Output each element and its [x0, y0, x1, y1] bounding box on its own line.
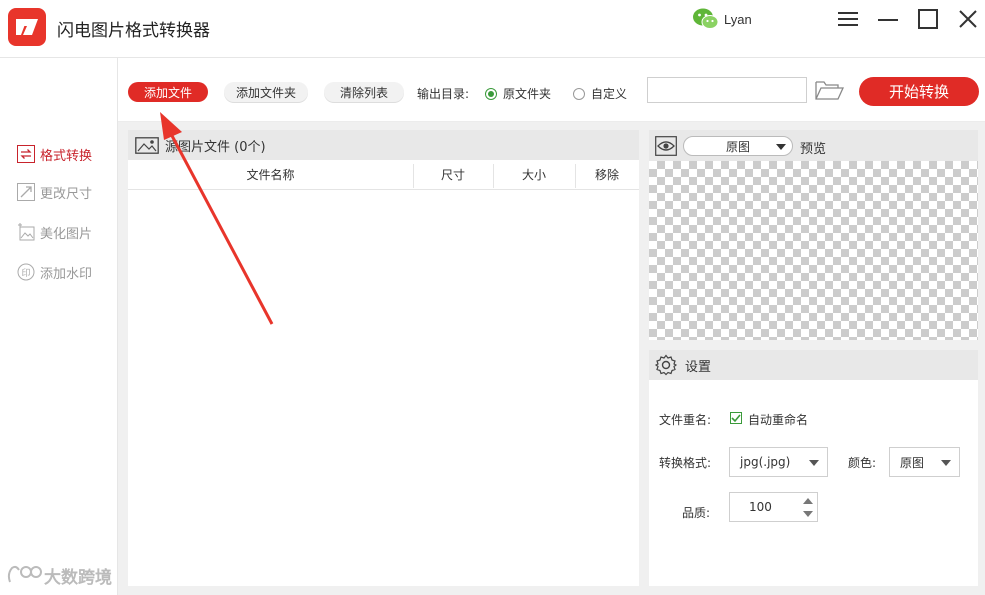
user-name: Lyan — [724, 11, 752, 27]
preview-header: 原图 预览 — [649, 130, 978, 161]
radio-label: 自定义 — [591, 87, 628, 101]
toolbar: 添加文件 添加文件夹 清除列表 输出目录: 原文件夹 自定义 开始转换 — [118, 58, 985, 122]
beautify-image-icon — [16, 222, 36, 242]
column-divider — [493, 164, 494, 188]
folder-open-icon[interactable] — [815, 79, 845, 103]
radio-custom[interactable]: 自定义 — [573, 85, 627, 102]
file-panel-title: 源图片文件 (0个) — [165, 139, 266, 155]
radio-dot — [573, 87, 585, 100]
close-icon[interactable] — [955, 6, 981, 32]
add-file-button[interactable]: 添加文件 — [128, 82, 208, 102]
settings-title: 设置 — [685, 359, 712, 375]
format-value: jpg(.jpg) — [740, 455, 791, 469]
color-select[interactable]: 原图 — [889, 447, 960, 477]
file-panel-header: 源图片文件 (0个) — [128, 130, 639, 160]
start-convert-button[interactable]: 开始转换 — [859, 77, 979, 106]
auto-rename-checkbox[interactable] — [730, 412, 742, 424]
column-header-dimensions: 尺寸 — [413, 160, 493, 190]
chevron-down-icon — [776, 144, 786, 150]
auto-rename-label: 自动重命名 — [748, 413, 809, 427]
output-dir-label: 输出目录: — [417, 87, 470, 101]
maximize-icon[interactable] — [915, 6, 941, 32]
preview-panel: 原图 预览 — [649, 130, 978, 340]
preview-mode-value: 原图 — [725, 139, 750, 154]
quality-stepper[interactable]: 100 — [729, 492, 818, 522]
chevron-down-icon — [941, 460, 951, 466]
preview-canvas — [649, 161, 978, 340]
radio-dot — [485, 87, 497, 100]
app-logo-icon — [8, 8, 46, 46]
svg-text:印: 印 — [21, 267, 30, 279]
stamp-icon: 印 — [16, 262, 36, 282]
column-divider — [575, 164, 576, 188]
file-list-panel: 源图片文件 (0个) 文件名称 尺寸 大小 移除 — [128, 130, 639, 586]
quality-value: 100 — [749, 500, 772, 514]
swap-arrows-icon — [16, 144, 36, 164]
column-header-remove: 移除 — [575, 160, 639, 190]
column-header-size: 大小 — [493, 160, 575, 190]
resize-icon — [16, 182, 36, 202]
sidebar-item-beautify[interactable]: 美化图片 — [16, 222, 92, 242]
menu-icon[interactable] — [835, 6, 861, 32]
color-value: 原图 — [900, 455, 925, 470]
wechat-icon — [693, 8, 719, 29]
eye-icon[interactable] — [655, 135, 677, 156]
color-label: 颜色: — [848, 456, 877, 470]
quality-label: 品质: — [682, 506, 711, 520]
app-title: 闪电图片格式转换器 — [57, 21, 210, 41]
preview-mode-select[interactable]: 原图 — [683, 136, 793, 156]
radio-original-folder[interactable]: 原文件夹 — [485, 85, 551, 102]
minimize-icon[interactable] — [875, 6, 901, 32]
rename-label: 文件重名: — [659, 413, 712, 427]
output-path-input[interactable] — [647, 77, 807, 103]
user-account[interactable]: Lyan — [692, 4, 752, 34]
decrement-icon[interactable] — [803, 511, 813, 517]
watermark: 大数跨境 — [6, 562, 112, 588]
sidebar-item-label: 添加水印 — [40, 266, 93, 282]
checkmark-icon — [731, 414, 741, 423]
preview-label: 预览 — [800, 142, 827, 157]
settings-header: 设置 — [649, 350, 978, 380]
sidebar-item-label: 美化图片 — [40, 226, 93, 242]
gear-icon — [655, 354, 677, 376]
chevron-down-icon — [809, 460, 819, 466]
format-select[interactable]: jpg(.jpg) — [729, 447, 828, 477]
radio-label: 原文件夹 — [503, 87, 552, 101]
title-bar: 闪电图片格式转换器 Lyan — [0, 0, 985, 58]
image-icon — [135, 136, 159, 154]
clear-list-button[interactable]: 清除列表 — [324, 82, 404, 102]
watermark-text: 大数跨境 — [44, 567, 112, 588]
sidebar-item-label: 格式转换 — [40, 148, 93, 164]
column-header-filename: 文件名称 — [128, 160, 413, 190]
column-divider — [413, 164, 414, 188]
sidebar-item-resize[interactable]: 更改尺寸 — [16, 182, 92, 202]
settings-panel: 设置 文件重名: 自动重命名 转换格式: jpg(.jpg) 颜色: 原图 品质… — [649, 350, 978, 586]
sidebar-item-watermark[interactable]: 印 添加水印 — [16, 262, 92, 282]
sidebar-item-label: 更改尺寸 — [40, 186, 93, 202]
format-label: 转换格式: — [659, 456, 712, 470]
increment-icon[interactable] — [803, 498, 813, 504]
watermark-logo-icon — [7, 565, 42, 583]
add-folder-button[interactable]: 添加文件夹 — [224, 82, 308, 102]
sidebar: 格式转换 更改尺寸 美化图片 印 添加水印 — [0, 58, 118, 595]
sidebar-item-format-convert[interactable]: 格式转换 — [16, 144, 92, 164]
